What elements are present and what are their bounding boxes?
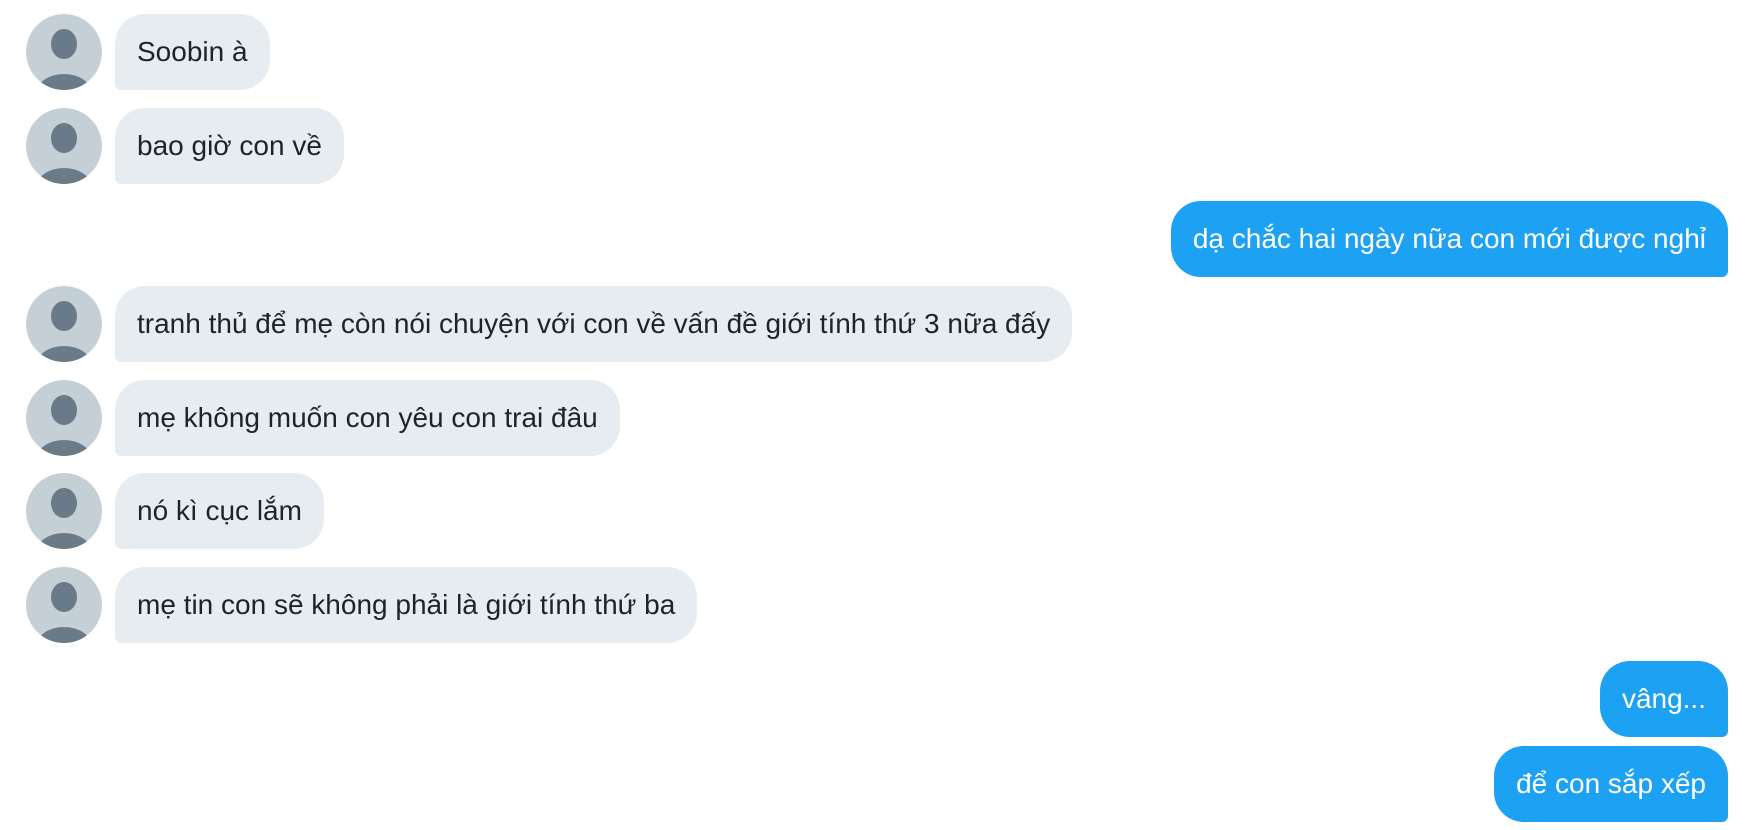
contact-avatar-icon[interactable] — [26, 473, 102, 549]
contact-avatar-icon[interactable] — [26, 286, 102, 362]
message-bubble-outgoing[interactable]: để con sắp xếp — [1494, 746, 1728, 822]
message-bubble-outgoing[interactable]: dạ chắc hai ngày nữa con mới được nghỉ — [1170, 201, 1728, 277]
message-bubble-incoming[interactable]: mẹ không muốn con yêu con trai đâu — [115, 380, 620, 456]
contact-avatar-icon[interactable] — [26, 380, 102, 456]
message-bubble-outgoing[interactable]: vâng... — [1599, 661, 1728, 737]
message-bubble-incoming[interactable]: Soobin à — [115, 14, 270, 90]
contact-avatar-icon[interactable] — [26, 567, 102, 643]
message-bubble-incoming[interactable]: tranh thủ để mẹ còn nói chuyện với con v… — [115, 286, 1073, 362]
message-bubble-incoming[interactable]: mẹ tin con sẽ không phải là giới tính th… — [115, 567, 698, 643]
message-bubble-incoming[interactable]: nó kì cục lắm — [115, 473, 324, 549]
contact-avatar-icon[interactable] — [26, 108, 102, 184]
contact-avatar-icon[interactable] — [26, 14, 102, 90]
message-bubble-incoming[interactable]: bao giờ con về — [115, 108, 344, 184]
